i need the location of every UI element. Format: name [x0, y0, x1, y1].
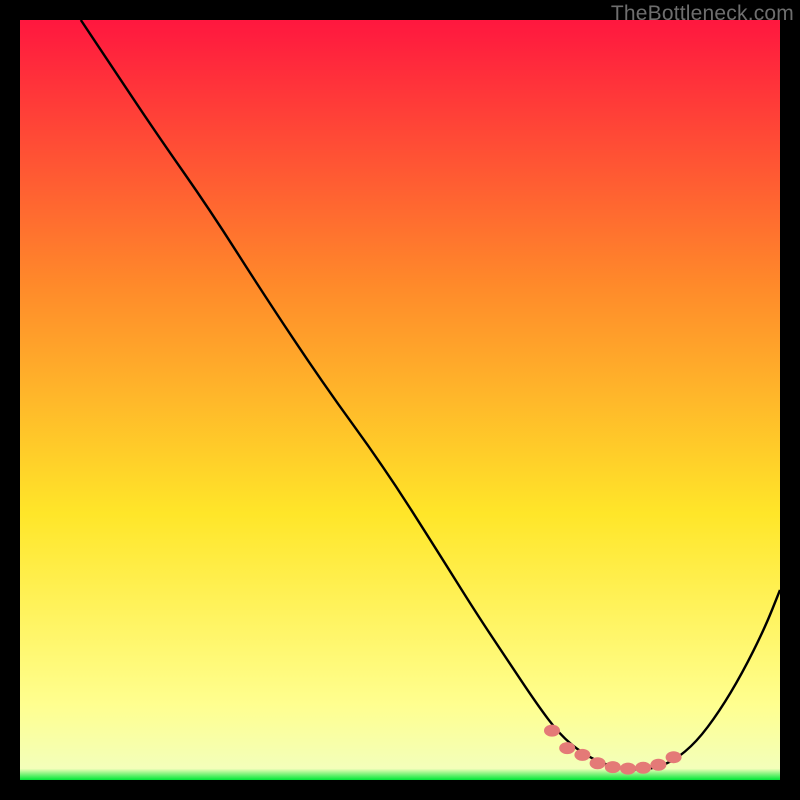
best-range-marker — [620, 763, 636, 775]
chart-frame — [20, 20, 780, 780]
best-range-marker — [590, 757, 606, 769]
watermark-text: TheBottleneck.com — [611, 2, 794, 26]
best-range-marker — [605, 761, 621, 773]
best-range-marker — [635, 762, 651, 774]
chart-svg — [20, 20, 780, 780]
best-range-marker — [650, 759, 666, 771]
gradient-background — [20, 20, 780, 780]
best-range-marker — [666, 751, 682, 763]
best-range-marker — [559, 742, 575, 754]
best-range-marker — [544, 725, 560, 737]
best-range-marker — [574, 749, 590, 761]
